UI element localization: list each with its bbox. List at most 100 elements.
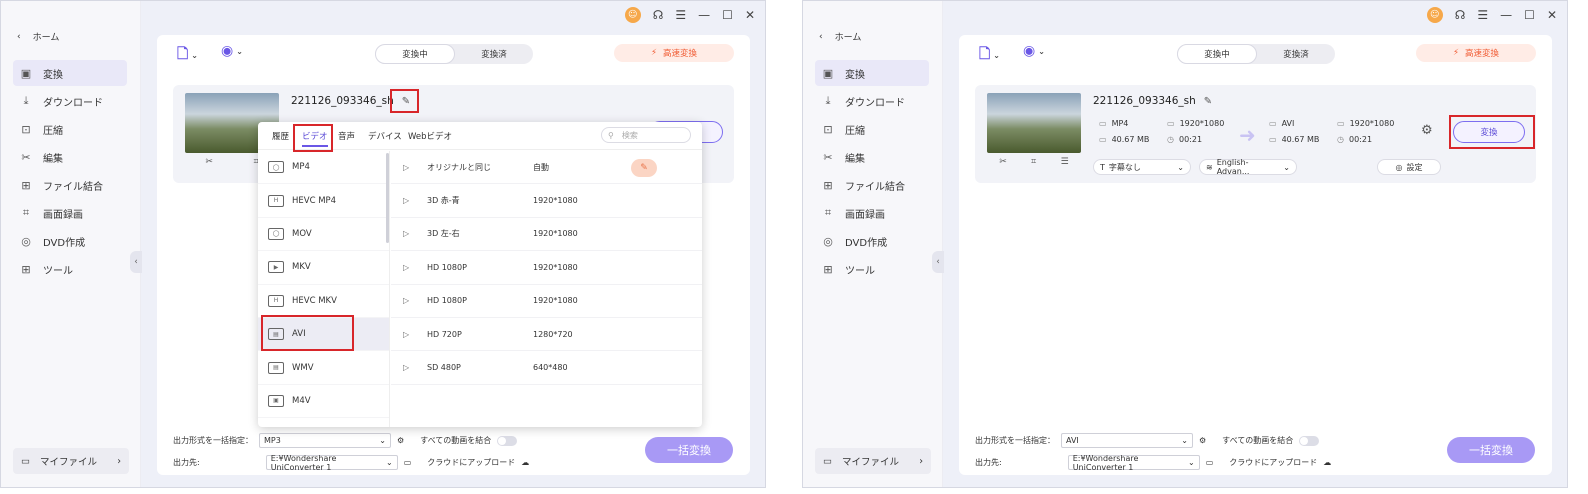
add-file-button[interactable]: 🗋 ⌄ [177, 43, 198, 67]
output-format-select[interactable]: MP3 ⌄ [259, 433, 391, 448]
sidebar-item-edit[interactable]: ✂ 編集 [815, 144, 929, 170]
batch-convert-button[interactable]: 一括変換 [1447, 437, 1535, 463]
subtitle-select[interactable]: T 字幕なし ⌄ [1093, 159, 1191, 175]
format-search-input[interactable]: ⚲ 検索 [601, 127, 691, 143]
close-button[interactable]: ✕ [1547, 8, 1557, 22]
sidebar-item-merge[interactable]: ⊞ ファイル結合 [815, 172, 929, 198]
tab-converting[interactable]: 変換中 [1177, 44, 1257, 64]
format-item-hevc-mkv[interactable]: H HEVC MKV [258, 285, 389, 318]
sidebar-item-tools[interactable]: ⊞ ツール [815, 256, 929, 282]
tools-icon: ⊞ [823, 262, 833, 276]
tab-converted[interactable]: 変換済 [455, 44, 533, 64]
preset-item[interactable]: ▷ SD 480P 640*480 [391, 351, 702, 385]
cloud-icon[interactable]: ☁ [521, 458, 529, 467]
minimize-button[interactable]: — [698, 8, 710, 22]
format-item-mp4[interactable]: ◯ MP4 [258, 151, 389, 185]
add-file-icon: 🗋 [979, 46, 991, 62]
avatar[interactable]: ☺ [624, 7, 641, 23]
menu-icon[interactable]: ☰ [1477, 8, 1488, 22]
add-disc-icon: ◉ [1023, 43, 1036, 59]
tab-web-video[interactable]: Webビデオ [408, 130, 452, 142]
preset-item[interactable]: ▷ オリジナルと同じ 自動 ✎ [391, 151, 702, 185]
support-icon[interactable]: ☊ [653, 8, 664, 22]
output-path-select[interactable]: E:¥Wondershare UniConverter 1 ⌄ [265, 454, 398, 472]
sidebar-item-edit[interactable]: ✂ 編集 [13, 144, 127, 170]
folder-open-icon[interactable]: ▭ [404, 458, 412, 467]
format-item-m4v[interactable]: ▣ M4V [258, 385, 389, 419]
preset-item[interactable]: ▷ 3D 左-右 1920*1080 [391, 218, 702, 252]
sidebar: ‹ ホーム ▣ 変換 ⤓ ダウンロード ⊡ 圧縮 ✂ 編集 ⊞ ファイル結合 ⌗ 画面録画 … [1, 1, 141, 487]
close-button[interactable]: ✕ [745, 8, 755, 22]
crop-icon[interactable]: ⌗ [1031, 157, 1036, 167]
compress-icon: ⊡ [823, 122, 833, 136]
batch-convert-button[interactable]: 一括変換 [645, 437, 733, 463]
preset-item[interactable]: ▷ 3D 赤-青 1920*1080 [391, 184, 702, 218]
add-dvd-button[interactable]: ◉ ⌄ [1023, 43, 1045, 59]
output-path-select[interactable]: E:¥Wondershare UniConverter 1 ⌄ [1067, 454, 1200, 472]
settings-button[interactable]: ◎ 設定 [1377, 159, 1441, 175]
format-item-hevc-mp4[interactable]: H HEVC MP4 [258, 184, 389, 218]
sidebar-item-convert[interactable]: ▣ 変換 [13, 60, 127, 86]
format-item-mkv[interactable]: ▶ MKV [258, 251, 389, 285]
home-link[interactable]: ‹ ホーム [17, 30, 59, 44]
format-settings-icon[interactable]: ⚙ [1199, 436, 1206, 445]
trim-icon[interactable]: ✂ [205, 157, 213, 167]
compress-icon: ⊡ [21, 122, 31, 136]
sidebar-item-download[interactable]: ⤓ ダウンロード [815, 88, 929, 114]
sidebar-item-download[interactable]: ⤓ ダウンロード [13, 88, 127, 114]
video-icon: ▭ [1099, 119, 1107, 128]
tab-audio[interactable]: 音声 [338, 130, 355, 142]
tab-history[interactable]: 履歴 [272, 130, 289, 142]
trim-icon[interactable]: ✂ [999, 157, 1007, 167]
sidebar-collapse-button[interactable]: ‹ [130, 251, 142, 273]
merge-toggle[interactable] [1299, 435, 1320, 446]
support-icon[interactable]: ☊ [1455, 8, 1466, 22]
folder-icon: ▭ [1099, 135, 1107, 144]
home-link[interactable]: ‹ ホーム [819, 30, 861, 44]
format-settings-icon[interactable]: ⚙ [397, 436, 404, 445]
sidebar-item-merge[interactable]: ⊞ ファイル結合 [13, 172, 127, 198]
format-item-mov[interactable]: ◯ MOV [258, 218, 389, 252]
sidebar-item-record[interactable]: ⌗ 画面録画 [13, 200, 127, 226]
menu-icon[interactable]: ☰ [675, 8, 686, 22]
preset-item[interactable]: ▷ HD 720P 1280*720 [391, 318, 702, 352]
sidebar-item-compress[interactable]: ⊡ 圧縮 [815, 116, 929, 142]
output-settings-icon[interactable]: ⚙ [1421, 123, 1433, 138]
avatar[interactable]: ☺ [1426, 7, 1443, 23]
output-format-select[interactable]: AVI ⌄ [1061, 433, 1193, 448]
sidebar-item-compress[interactable]: ⊡ 圧縮 [13, 116, 127, 142]
maximize-button[interactable]: ☐ [1524, 8, 1535, 22]
sidebar-item-tools[interactable]: ⊞ ツール [13, 256, 127, 282]
format-item-wmv[interactable]: ▤ WMV [258, 351, 389, 385]
sidebar-collapse-button[interactable]: ‹ [932, 251, 944, 273]
tab-converting[interactable]: 変換中 [375, 44, 455, 64]
preset-item[interactable]: ▷ HD 1080P 1920*1080 [391, 285, 702, 318]
sidebar-item-dvd[interactable]: ◎ DVD作成 [13, 228, 127, 254]
effects-icon[interactable]: ☰ [1061, 157, 1069, 167]
minimize-button[interactable]: — [1500, 8, 1512, 22]
maximize-button[interactable]: ☐ [722, 8, 733, 22]
add-dvd-button[interactable]: ◉ ⌄ [221, 43, 243, 59]
fast-convert-button[interactable]: ⚡ 高速変換 [614, 44, 734, 62]
fast-convert-button[interactable]: ⚡ 高速変換 [1416, 44, 1536, 62]
chevron-down-icon: ⌄ [1181, 436, 1188, 445]
download-icon: ⤓ [825, 94, 831, 107]
video-thumbnail[interactable] [987, 93, 1081, 153]
folder-open-icon[interactable]: ▭ [1206, 458, 1214, 467]
my-files-button[interactable]: ▭ マイファイル › [13, 448, 129, 474]
format-list-scrollbar[interactable] [386, 153, 389, 243]
tab-converted[interactable]: 変換済 [1257, 44, 1335, 64]
sidebar-item-dvd[interactable]: ◎ DVD作成 [815, 228, 929, 254]
tab-device[interactable]: デバイス [368, 130, 402, 142]
edit-preset-button[interactable]: ✎ [631, 159, 657, 177]
sidebar-item-convert[interactable]: ▣ 変換 [815, 60, 929, 86]
cloud-icon[interactable]: ☁ [1323, 458, 1331, 467]
scissors-icon: ✂ [823, 150, 833, 164]
merge-toggle[interactable] [497, 435, 518, 446]
preset-item[interactable]: ▷ HD 1080P 1920*1080 [391, 251, 702, 285]
sidebar-item-record[interactable]: ⌗ 画面録画 [815, 200, 929, 226]
rename-pencil-icon[interactable]: ✎ [1204, 96, 1212, 107]
audio-track-select[interactable]: ≋ English-Advan... ⌄ [1199, 158, 1297, 176]
add-file-button[interactable]: 🗋 ⌄ [979, 43, 1000, 67]
my-files-button[interactable]: ▭ マイファイル › [815, 448, 931, 474]
